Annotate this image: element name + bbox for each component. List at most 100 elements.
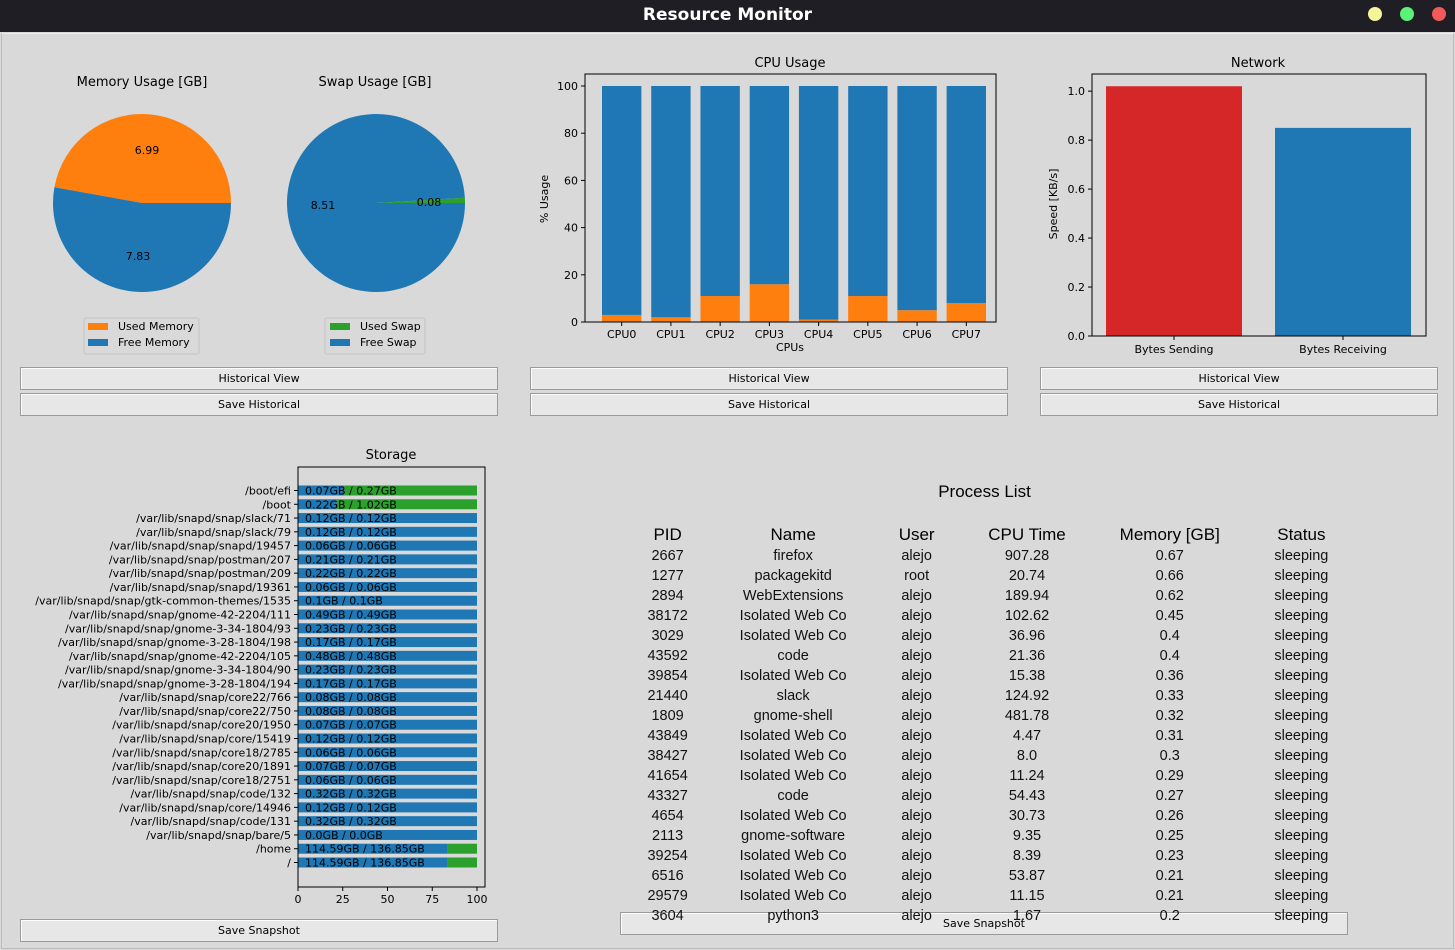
- table-row[interactable]: 1277 packagekitd root 20.74 0.66 sleeping: [617, 566, 1352, 586]
- app-window: Memory Usage [GB] 6.99 7.83 Used Memory …: [1, 33, 1454, 949]
- maximize-button[interactable]: [1400, 7, 1414, 21]
- cell-memory: 0.25: [1155, 828, 1184, 844]
- cell-name: gnome-shell: [753, 708, 833, 724]
- cell-user: alejo: [901, 728, 932, 744]
- table-row[interactable]: 43327 code alejo 54.43 0.27 sleeping: [617, 786, 1352, 806]
- network-xtick-label: Bytes Sending: [1134, 343, 1213, 356]
- column-header-pid: PID: [653, 525, 682, 544]
- cpu-xtick-label: CPU3: [755, 328, 784, 341]
- close-button[interactable]: [1432, 7, 1446, 21]
- cell-pid: 43592: [647, 648, 688, 664]
- cell-status: sleeping: [1274, 748, 1329, 764]
- table-row[interactable]: 38172 Isolated Web Co alejo 102.62 0.45 sleep…: [617, 606, 1352, 626]
- minimize-button[interactable]: [1368, 7, 1382, 21]
- memory-free-label: 7.83: [126, 250, 151, 263]
- cell-name: WebExtensions: [742, 588, 844, 604]
- cell-user: alejo: [901, 788, 932, 804]
- table-row[interactable]: 41654 Isolated Web Co alejo 11.24 0.29 sleepi…: [617, 766, 1352, 786]
- network-ylabel: Speed [KB/s]: [1047, 169, 1060, 240]
- cell-name: Isolated Web Co: [739, 868, 847, 884]
- cpu-save-historical-button[interactable]: Save Historical: [530, 393, 1008, 416]
- table-row[interactable]: 2667 firefox alejo 907.28 0.67 sleeping: [617, 546, 1352, 566]
- table-row[interactable]: 6516 Isolated Web Co alejo 53.87 0.21 sleepin…: [617, 866, 1352, 886]
- table-row[interactable]: 4654 Isolated Web Co alejo 30.73 0.26 sleepin…: [617, 806, 1352, 826]
- table-row[interactable]: 43849 Isolated Web Co alejo 4.47 0.31 sleepin…: [617, 726, 1352, 746]
- table-row[interactable]: 2894 WebExtensions alejo 189.94 0.62 sleeping: [617, 586, 1352, 606]
- table-row[interactable]: 43592 code alejo 21.36 0.4 sleeping: [617, 646, 1352, 666]
- swap-title: Swap Usage [GB]: [318, 75, 431, 90]
- cell-pid: 2113: [652, 828, 684, 844]
- cell-name: Isolated Web Co: [739, 808, 847, 824]
- storage-value-label: 0.12GB / 0.12GB: [305, 526, 397, 539]
- table-row[interactable]: 39254 Isolated Web Co alejo 8.39 0.23 sleepin…: [617, 846, 1352, 866]
- cell-pid: 1809: [651, 708, 684, 724]
- column-header-user: User: [898, 525, 935, 544]
- storage-ytick-label: /var/lib/snapd/snap/core/14946: [119, 801, 291, 814]
- storage-value-label: 0.23GB / 0.23GB: [305, 664, 397, 677]
- cell-user: alejo: [901, 848, 932, 864]
- cell-memory: 0.31: [1155, 728, 1184, 744]
- storage-xtick-label: 50: [381, 893, 395, 906]
- table-row[interactable]: 3604 python3 alejo 1.67 0.2 sleeping: [617, 906, 1352, 926]
- storage-ytick-label: /var/lib/snapd/snap/postman/209: [109, 567, 291, 580]
- storage-value-label: 0.48GB / 0.48GB: [305, 650, 397, 663]
- table-row[interactable]: 2113 gnome-software alejo 9.35 0.25 sleeping: [617, 826, 1352, 846]
- cell-status: sleeping: [1274, 808, 1329, 824]
- storage-value-label: 0.12GB / 0.12GB: [305, 801, 397, 814]
- cell-cpu-time: 54.43: [1008, 788, 1046, 804]
- cpu-free-bar: [700, 86, 740, 297]
- network-historical-view-button[interactable]: Historical View: [1040, 367, 1438, 390]
- storage-title: Storage: [366, 448, 417, 463]
- table-row[interactable]: 39854 Isolated Web Co alejo 15.38 0.36 sleepi…: [617, 666, 1352, 686]
- cell-name: packagekitd: [754, 568, 832, 584]
- cell-pid: 6516: [651, 868, 684, 884]
- cell-user: alejo: [901, 748, 932, 764]
- memory-historical-view-button[interactable]: Historical View: [20, 367, 498, 390]
- memory-save-historical-button[interactable]: Save Historical: [20, 393, 498, 416]
- network-ytick-label: 0.8: [1068, 134, 1086, 147]
- cell-status: sleeping: [1274, 848, 1329, 864]
- table-row[interactable]: 21440 slack alejo 124.92 0.33 sleeping: [617, 686, 1352, 706]
- table-row[interactable]: 38427 Isolated Web Co alejo 8.0 0.3 sleeping: [617, 746, 1352, 766]
- storage-value-label: 0.06GB / 0.06GB: [305, 746, 397, 759]
- network-bar: [1275, 127, 1411, 336]
- storage-chart: Storage 0 25 50 75 100/boot/efi 0.07GB / 0.27…: [35, 448, 487, 906]
- cell-user: alejo: [901, 648, 932, 664]
- storage-ytick-label: /var/lib/snapd/snap/gnome-42-2204/105: [69, 650, 291, 663]
- storage-free-bar: [447, 857, 477, 868]
- memory-chart: Memory Usage [GB] 6.99 7.83 Used Memory …: [53, 75, 232, 355]
- network-save-historical-button[interactable]: Save Historical: [1040, 393, 1438, 416]
- memory-legend-used: Used Memory: [118, 320, 194, 333]
- cell-cpu-time: 30.73: [1008, 808, 1046, 824]
- cell-status: sleeping: [1274, 728, 1329, 744]
- cell-name: firefox: [773, 548, 813, 564]
- network-ytick-label: 0.4: [1068, 232, 1086, 245]
- network-bar: [1106, 86, 1242, 336]
- cpu-free-bar: [848, 86, 888, 297]
- cell-cpu-time: 102.62: [1004, 608, 1050, 624]
- cpu-xlabel: CPUs: [776, 341, 804, 354]
- cpu-historical-view-button[interactable]: Historical View: [530, 367, 1008, 390]
- table-row[interactable]: 1809 gnome-shell alejo 481.78 0.32 sleeping: [617, 706, 1352, 726]
- table-row[interactable]: 29579 Isolated Web Co alejo 11.15 0.21 sleepi…: [617, 886, 1352, 906]
- storage-value-label: 0.32GB / 0.32GB: [305, 815, 397, 828]
- cell-cpu-time: 21.36: [1008, 648, 1046, 664]
- swap-legend-used-swatch: [330, 323, 350, 330]
- cell-memory: 0.3: [1159, 748, 1180, 764]
- cpu-xtick-label: CPU2: [705, 328, 734, 341]
- memory-legend: Used Memory Free Memory: [83, 317, 200, 355]
- cell-cpu-time: 189.94: [1004, 588, 1050, 604]
- cell-status: sleeping: [1274, 868, 1329, 884]
- cell-name: Isolated Web Co: [739, 748, 847, 764]
- cell-memory: 0.29: [1155, 768, 1184, 784]
- cell-memory: 0.21: [1155, 868, 1184, 884]
- storage-value-label: 0.21GB / 0.21GB: [305, 553, 397, 566]
- cell-name: Isolated Web Co: [739, 628, 847, 644]
- column-header-cpu-time: CPU Time: [988, 525, 1066, 544]
- cell-name: Isolated Web Co: [739, 848, 847, 864]
- memory-legend-used-swatch: [88, 323, 108, 330]
- cell-pid: 2667: [651, 548, 684, 564]
- table-row[interactable]: 3029 Isolated Web Co alejo 36.96 0.4 sleeping: [617, 626, 1352, 646]
- storage-save-snapshot-button[interactable]: Save Snapshot: [20, 919, 498, 942]
- storage-value-label: 0.23GB / 0.23GB: [305, 622, 397, 635]
